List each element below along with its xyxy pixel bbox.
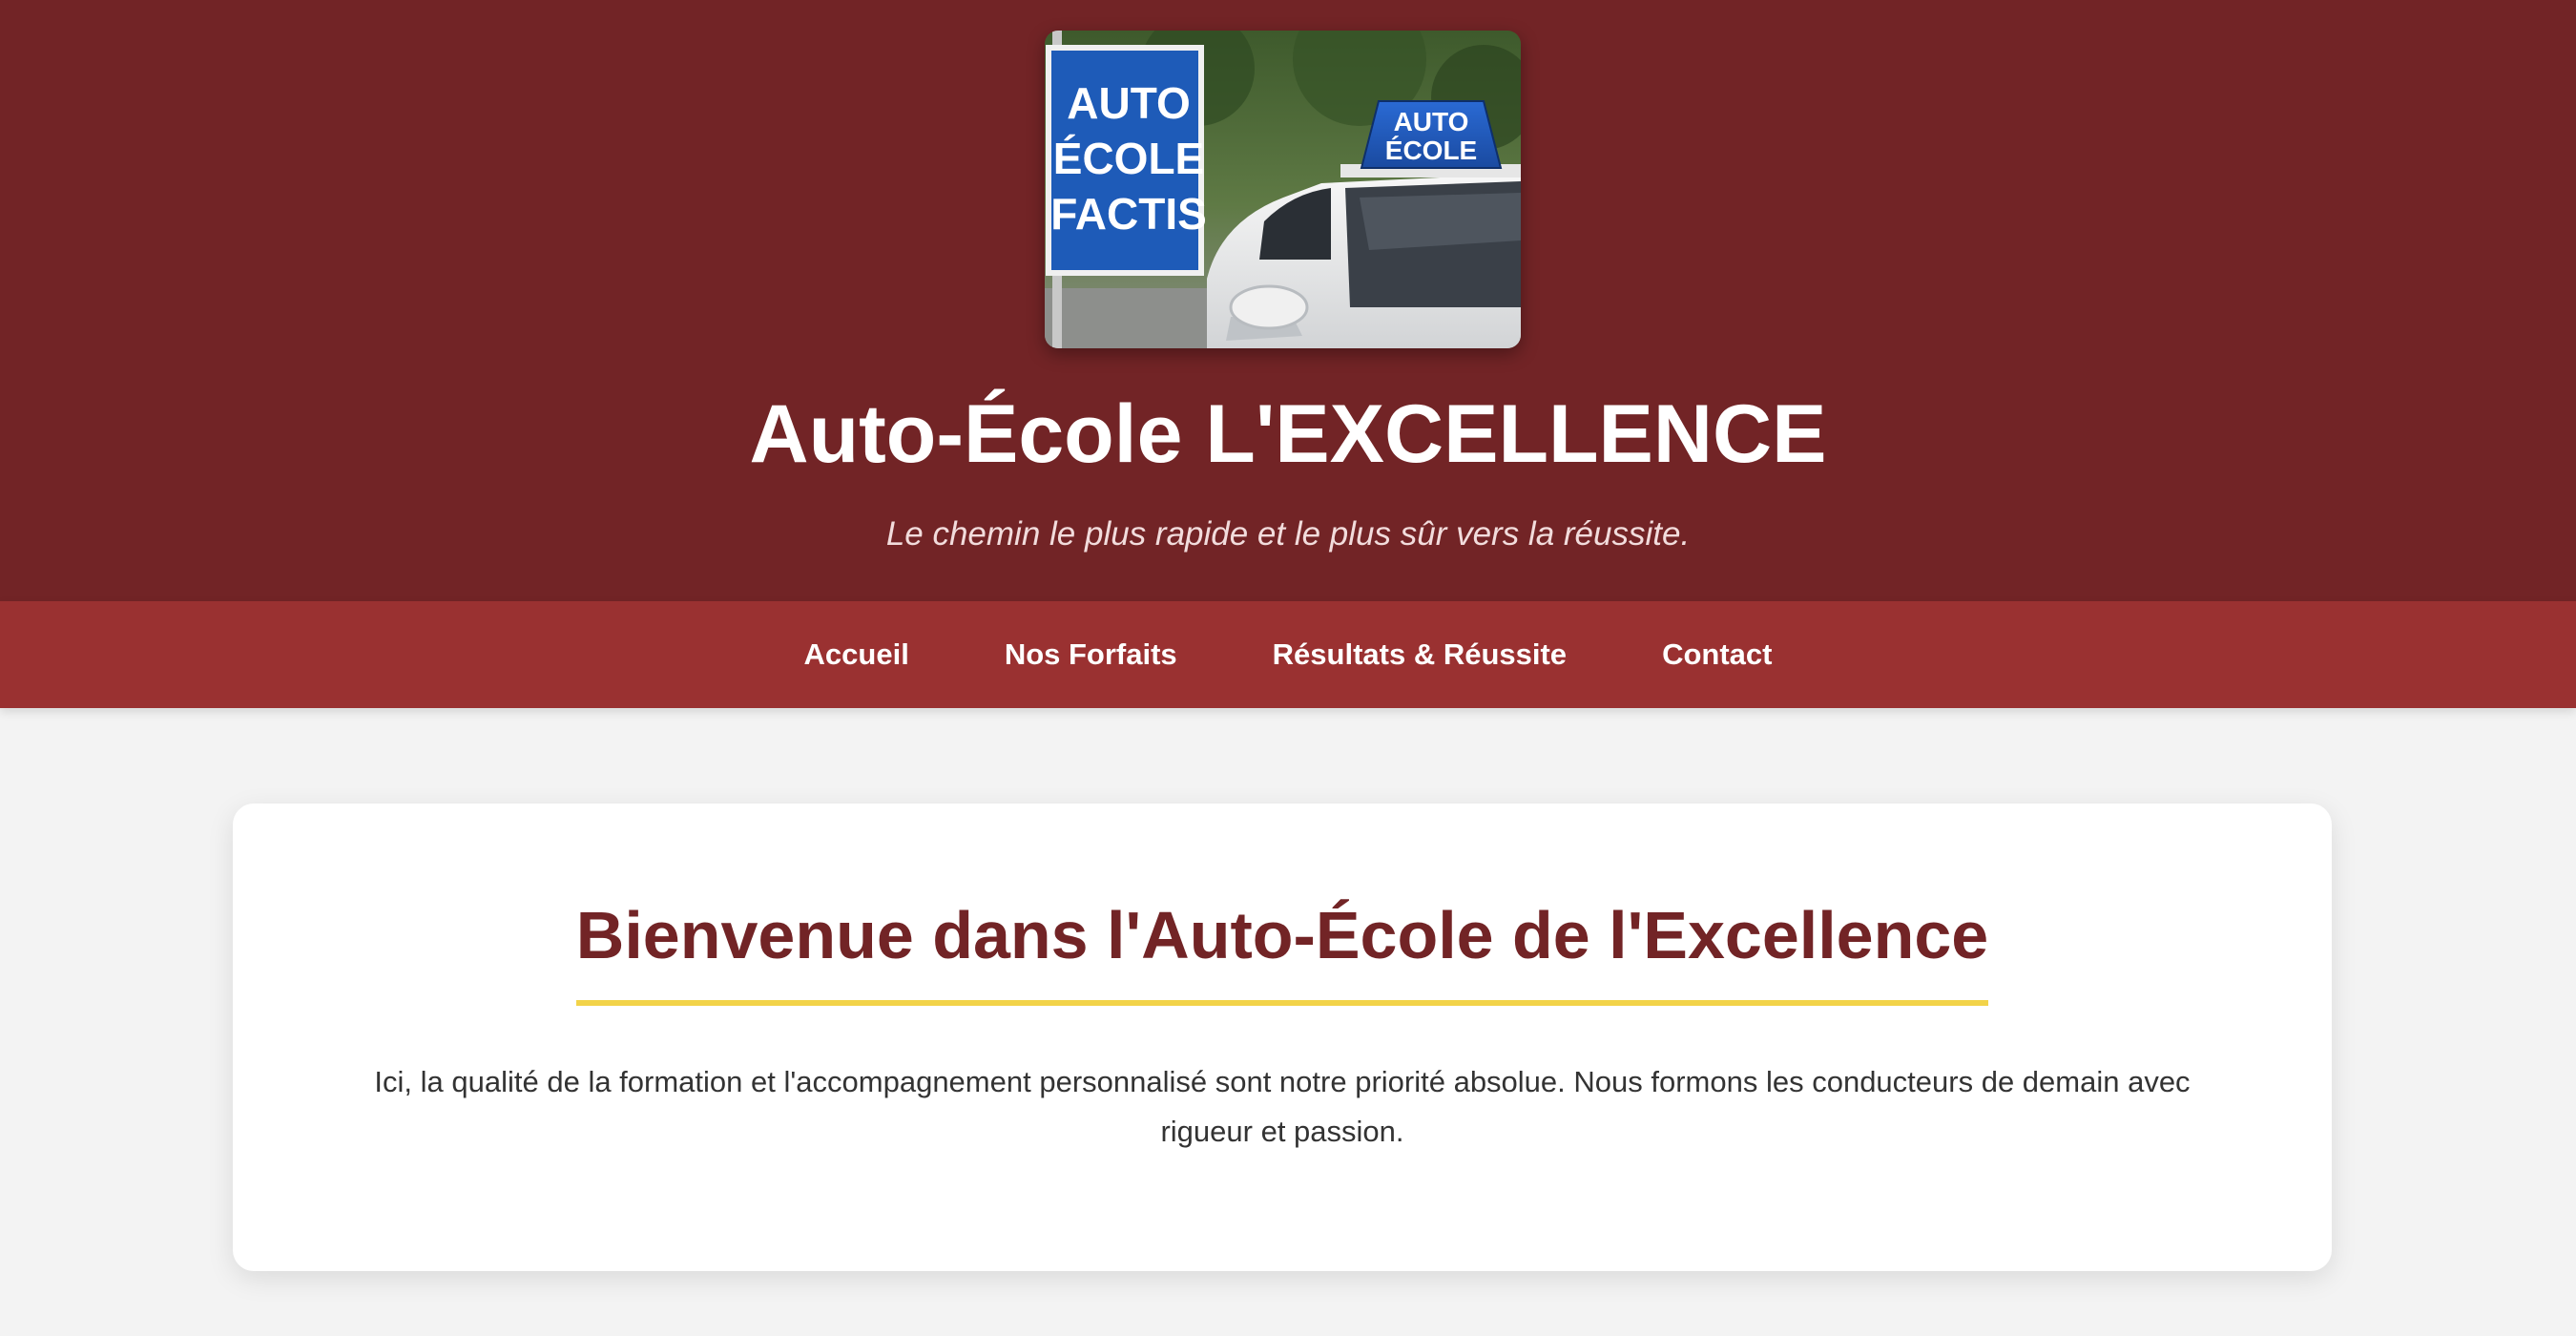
site-title: Auto-École L'EXCELLENCE <box>749 388 1827 480</box>
roof-sign: AUTO ÉCOLE <box>1360 100 1503 169</box>
driving-school-illustration: AUTO ÉCOLE FACTIS AUTO ÉCOLE <box>1045 31 1521 348</box>
hero-image: AUTO ÉCOLE FACTIS AUTO ÉCOLE <box>1045 31 1521 348</box>
main-nav: Accueil Nos Forfaits Résultats & Réussit… <box>0 601 2576 708</box>
sign-line-1: AUTO <box>1067 78 1191 128</box>
nav-item-forfaits[interactable]: Nos Forfaits <box>1005 636 1177 674</box>
nav-item-resultats[interactable]: Résultats & Réussite <box>1273 636 1567 674</box>
site-tagline: Le chemin le plus rapide et le plus sûr … <box>885 515 1691 553</box>
welcome-text: Ici, la qualité de la formation et l'acc… <box>374 1065 2191 1148</box>
nav-item-accueil[interactable]: Accueil <box>804 636 909 674</box>
sign-line-3: FACTIS <box>1050 189 1207 239</box>
sign-line-2: ÉCOLE <box>1053 134 1204 183</box>
welcome-title: Bienvenue dans l'Auto-École de l'Excelle… <box>575 887 1989 1006</box>
auto-ecole-sign: AUTO ÉCOLE FACTIS <box>1046 45 1207 276</box>
nav-item-contact[interactable]: Contact <box>1662 636 1772 674</box>
site-header: AUTO ÉCOLE FACTIS AUTO ÉCOLE Auto-École … <box>0 0 2576 601</box>
welcome-title-wrap: Bienvenue dans l'Auto-École de l'Excelle… <box>233 887 2332 1006</box>
roof-sign-line-1: AUTO <box>1394 107 1469 136</box>
roof-sign-line-2: ÉCOLE <box>1385 136 1477 165</box>
welcome-card: Bienvenue dans l'Auto-École de l'Excelle… <box>233 804 2332 1271</box>
